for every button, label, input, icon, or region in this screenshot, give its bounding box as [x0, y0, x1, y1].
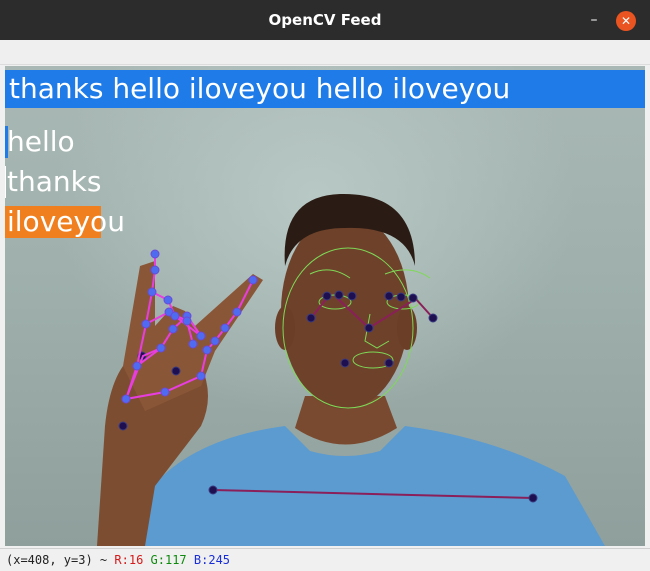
- prob-label-hello: hello: [7, 125, 75, 158]
- scene-graphics: [97, 193, 605, 546]
- pixel-readout: (x=408, y=3) ~ R:16 G:117 B:245: [6, 550, 230, 570]
- red-value: R:16: [114, 553, 144, 567]
- right-ear: [397, 306, 417, 350]
- window-title: OpenCV Feed: [268, 11, 382, 29]
- blue-value: B:245: [193, 553, 231, 567]
- cursor-coords: (x=408, y=3) ~: [6, 553, 108, 567]
- camera-frame[interactable]: thanks hello iloveyou hello iloveyou hel…: [5, 66, 645, 546]
- status-bar: (x=408, y=3) ~ R:16 G:117 B:245: [0, 548, 650, 571]
- left-ear: [275, 306, 295, 350]
- minimize-button[interactable]: –: [586, 12, 602, 28]
- sentence-banner: thanks hello iloveyou hello iloveyou: [5, 70, 645, 108]
- prob-row-thanks: thanks: [5, 166, 101, 198]
- green-value: G:117: [150, 553, 187, 567]
- title-bar[interactable]: OpenCV Feed – ✕: [0, 0, 650, 40]
- sentence-text: thanks hello iloveyou hello iloveyou: [9, 72, 511, 105]
- prob-label-iloveyou: iloveyou: [7, 205, 125, 238]
- prob-row-iloveyou: iloveyou: [5, 206, 125, 238]
- toolbar: [0, 40, 650, 65]
- prob-label-thanks: thanks: [7, 165, 102, 198]
- shirt-shape: [135, 426, 605, 546]
- head-shape: [281, 213, 409, 409]
- close-button[interactable]: ✕: [616, 11, 636, 31]
- prob-row-hello: hello: [5, 126, 75, 158]
